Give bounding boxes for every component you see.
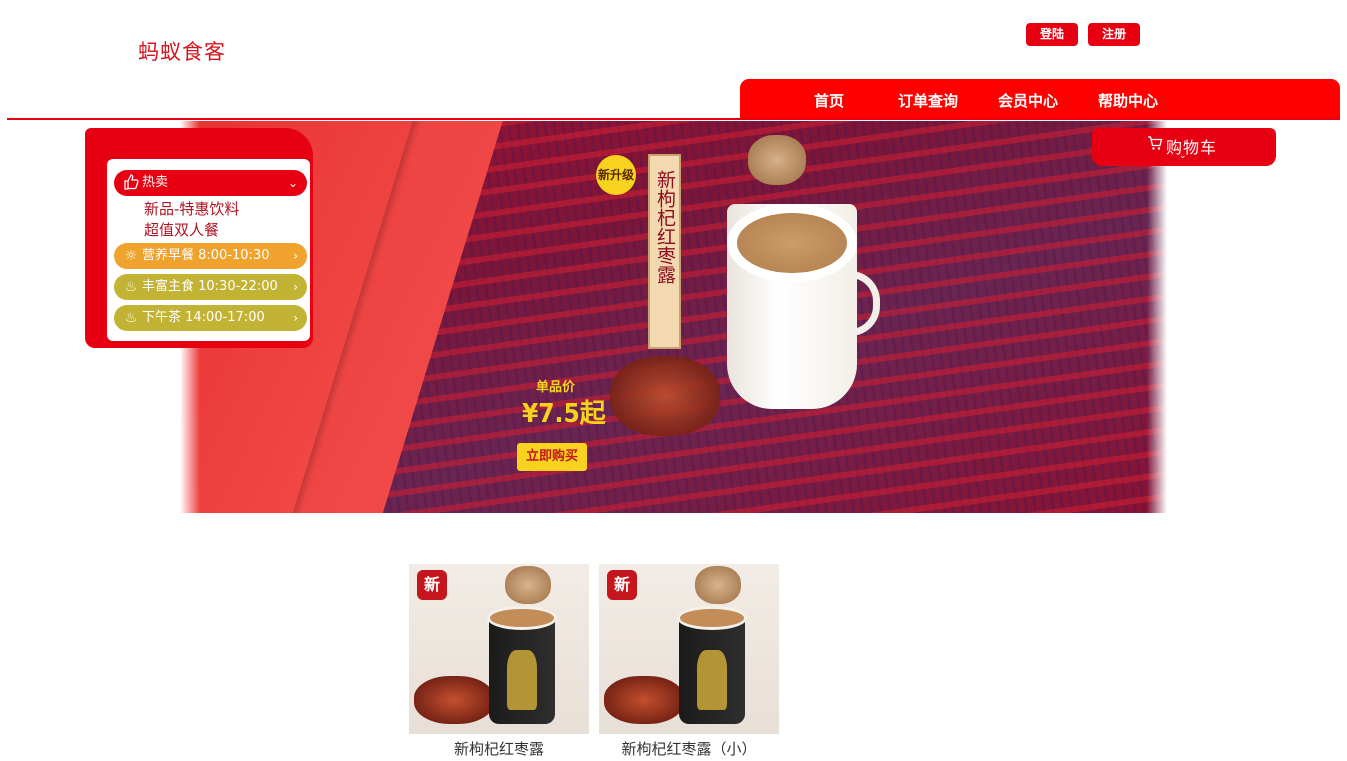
dates-image [610,356,720,436]
new-badge: 新 [417,570,447,600]
drink-image [677,606,747,630]
login-button[interactable]: 登陆 [1026,23,1078,46]
nav-member-center[interactable]: 会员中心 [998,79,1058,119]
site-logo[interactable]: 蚂蚁食客 [138,36,226,66]
drink-image [737,213,847,273]
menu-breakfast[interactable]: ☼ 营养早餐 8:00-10:30 › [114,243,307,269]
menu-main-meal[interactable]: ♨ 丰富主食 10:30-22:00 › [114,274,307,300]
submenu-new-drinks[interactable]: 新品-特惠饮料 [144,198,239,219]
main-nav: 首页 订单查询 会员中心 帮助中心 [740,79,1340,119]
buy-now-button[interactable]: 立即购买 [517,443,587,471]
product-image[interactable]: 新 [599,564,779,734]
menu-afternoon-tea-label: 下午茶 14:00-17:00 [142,310,265,325]
cup-icon: ♨ [124,310,138,326]
chevron-right-icon: › [293,311,298,325]
walnut-image [748,135,806,185]
cart-label: 购物车 [1166,138,1218,157]
banner-product-title: 新枸杞红枣露 [648,154,681,349]
new-badge: 新 [607,570,637,600]
dates-image [414,676,494,724]
nav-help-center[interactable]: 帮助中心 [1098,79,1158,119]
sun-icon: ☼ [124,248,138,264]
upgrade-badge: 新升级 [596,155,636,195]
product-name[interactable]: 新枸杞红枣露（小） [599,738,779,759]
menu-breakfast-label: 营养早餐 8:00-10:30 [142,248,270,263]
product-image[interactable]: 新 [409,564,589,734]
menu-hot-label: 热卖 [142,175,169,190]
walnut-image [505,566,551,604]
cart-button[interactable]: 购物车 ⌄ [1092,128,1276,166]
thumbs-up-icon [122,174,140,192]
register-button[interactable]: 注册 [1088,23,1140,46]
drink-image [487,606,557,630]
chevron-down-icon: ⌄ [1179,151,1187,161]
chevron-down-icon: ⌄ [287,176,298,190]
cart-icon [1147,136,1163,155]
banner-product-title-text: 新枸杞红枣露 [654,170,676,284]
nav-home[interactable]: 首页 [814,79,844,119]
chevron-right-icon: › [293,280,298,294]
dates-image [604,676,684,724]
header-divider [7,118,1340,120]
cup-figure [507,650,537,710]
cup-icon: ♨ [124,279,138,295]
walnut-image [695,566,741,604]
menu-afternoon-tea[interactable]: ♨ 下午茶 14:00-17:00 › [114,305,307,331]
banner-fade [1147,121,1167,513]
submenu-double-meal[interactable]: 超值双人餐 [144,219,219,240]
banner-price: ¥7.5起 [522,399,606,429]
chevron-right-icon: › [293,249,298,263]
menu-main-meal-label: 丰富主食 10:30-22:00 [142,279,278,294]
product-card[interactable]: 新 新枸杞红枣露（小） [599,564,779,759]
product-card[interactable]: 新 新枸杞红枣露 [409,564,589,759]
nav-orders[interactable]: 订单查询 [898,79,958,119]
cup-figure [697,650,727,710]
menu-hot[interactable]: 热卖 ⌄ [114,170,307,196]
promo-banner[interactable]: 新升级 新枸杞红枣露 单品价 ¥7.5起 立即购买 [180,121,1167,513]
product-name[interactable]: 新枸杞红枣露 [409,738,589,759]
